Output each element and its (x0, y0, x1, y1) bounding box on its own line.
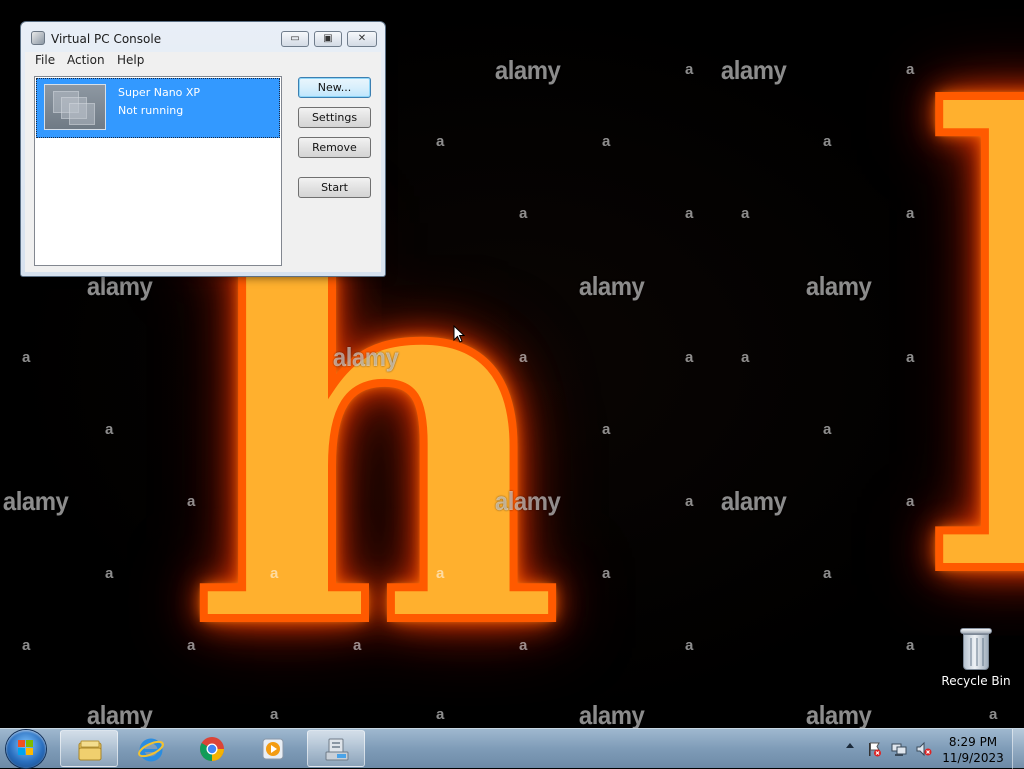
virtual-machine-list[interactable]: Super Nano XP Not running (34, 76, 282, 266)
recycle-bin-shortcut[interactable]: Recycle Bin (940, 628, 1012, 688)
watermark-letter: a (906, 349, 915, 366)
taskbar-internet-explorer[interactable] (122, 730, 180, 767)
watermark-letter: a (22, 637, 31, 654)
watermark-letter: a (436, 133, 445, 150)
show-desktop-button[interactable] (1012, 729, 1024, 769)
menu-file[interactable]: File (35, 53, 55, 67)
watermark-letter: a (436, 706, 445, 723)
watermark-letter: a (602, 133, 611, 150)
vm-thumbnail (44, 84, 106, 130)
watermark: alamy (805, 700, 872, 728)
watermark-letter: a (685, 205, 694, 222)
watermark-letter: a (353, 637, 362, 654)
settings-button[interactable]: Settings (298, 107, 371, 128)
virtual-pc-icon (325, 738, 349, 761)
clock-date: 11/9/2023 (942, 751, 1004, 765)
action-center-flag-icon[interactable] (866, 741, 882, 757)
start-button[interactable]: Start (298, 177, 371, 198)
maximize-button[interactable]: ▣ (314, 31, 342, 47)
minimize-button[interactable]: ▭ (281, 31, 309, 47)
window-title: Virtual PC Console (51, 32, 162, 46)
watermark-letter: a (823, 565, 832, 582)
watermark: alamy (86, 700, 153, 728)
folder-icon (78, 740, 102, 761)
system-clock[interactable]: 8:29 PM 11/9/2023 (940, 734, 1006, 766)
watermark: alamy (805, 271, 872, 301)
watermark-letter: a (270, 706, 279, 723)
show-hidden-icons-arrow[interactable] (846, 743, 854, 748)
close-button[interactable]: ✕ (347, 31, 377, 47)
menu-action[interactable]: Action (67, 53, 105, 67)
watermark: alamy (720, 486, 787, 516)
watermark: alamy (720, 55, 787, 85)
watermark-letter: a (187, 493, 196, 510)
volume-muted-icon[interactable] (916, 741, 932, 757)
start-button-orb[interactable] (6, 730, 46, 768)
taskbar-virtual-pc-console[interactable] (307, 730, 365, 767)
virtual-pc-icon (31, 31, 45, 45)
chrome-icon (200, 737, 224, 761)
taskbar: 8:29 PM 11/9/2023 (0, 728, 1024, 769)
watermark: alamy (332, 342, 399, 372)
watermark-letter: a (906, 61, 915, 78)
new-button[interactable]: New... (298, 77, 371, 98)
watermark-letter: a (519, 205, 528, 222)
watermark: alamy (578, 271, 645, 301)
watermark-letter: a (685, 637, 694, 654)
watermark-letter: a (602, 421, 611, 438)
watermark-letter: a (105, 565, 114, 582)
window-client-area: Super Nano XP Not running New... Setting… (25, 70, 381, 272)
watermark-letter: a (519, 349, 528, 366)
watermark-letter: a (989, 706, 998, 723)
remove-button[interactable]: Remove (298, 137, 371, 158)
watermark-letter: a (270, 565, 279, 582)
vm-list-item-selected[interactable]: Super Nano XP Not running (36, 78, 280, 138)
watermark-letter: a (741, 205, 750, 222)
watermark-letter: a (906, 205, 915, 222)
taskbar-chrome[interactable] (183, 730, 241, 767)
watermark-letter: a (187, 637, 196, 654)
watermark: alamy (494, 486, 561, 516)
media-player-icon (262, 738, 284, 760)
taskbar-windows-explorer[interactable] (60, 730, 118, 767)
windows-start-icon (18, 740, 34, 756)
vm-status: Not running (118, 104, 184, 117)
watermark-letter: a (823, 421, 832, 438)
menu-bar: File Action Help (25, 52, 381, 71)
watermark-letter: a (685, 493, 694, 510)
watermark-letter: a (685, 61, 694, 78)
clock-time: 8:29 PM (948, 735, 998, 749)
watermark: alamy (2, 486, 69, 516)
watermark: alamy (494, 55, 561, 85)
watermark-letter: a (685, 349, 694, 366)
watermark-letter: a (519, 637, 528, 654)
taskbar-media-player[interactable] (244, 730, 302, 767)
menu-help[interactable]: Help (117, 53, 144, 67)
mouse-cursor-icon (453, 325, 465, 343)
watermark-letter: a (105, 421, 114, 438)
watermark: alamy (578, 700, 645, 728)
watermark-letter: a (22, 349, 31, 366)
window-titlebar[interactable]: Virtual PC Console ▭ ▣ ✕ (21, 22, 385, 52)
watermark-letter: a (436, 565, 445, 582)
ie-icon (138, 738, 164, 762)
watermark-letter: a (602, 565, 611, 582)
fire-letter-l: l (914, 36, 1024, 664)
recycle-bin-icon (960, 628, 992, 670)
virtual-pc-console-window: Virtual PC Console ▭ ▣ ✕ File Action Hel… (20, 21, 386, 277)
recycle-bin-label: Recycle Bin (941, 674, 1011, 688)
watermark-letter: a (906, 493, 915, 510)
vm-name: Super Nano XP (118, 86, 201, 99)
watermark-letter: a (741, 349, 750, 366)
network-icon[interactable] (891, 741, 907, 757)
watermark-letter: a (906, 637, 915, 654)
watermark-letter: a (823, 133, 832, 150)
